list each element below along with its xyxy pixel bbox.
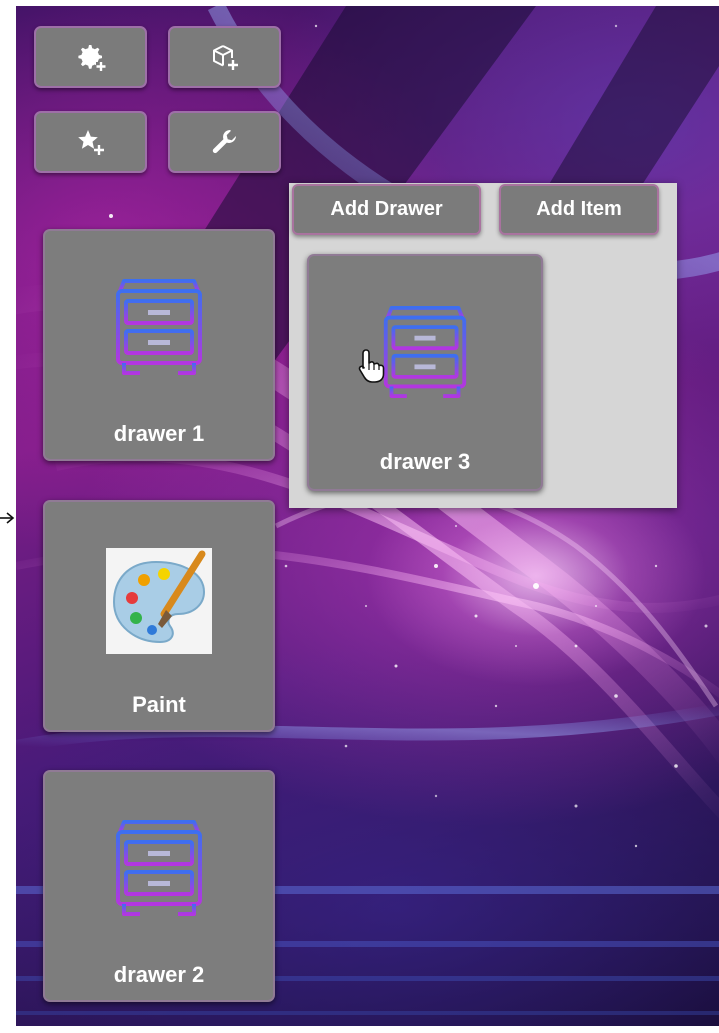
add-favorite-button[interactable] <box>34 111 147 173</box>
paint-palette-icon <box>106 548 212 654</box>
add-package-icon <box>212 45 238 70</box>
wrench-icon <box>212 130 236 154</box>
add-settings-icon <box>77 45 106 72</box>
add-drawer-button[interactable]: Add Drawer <box>292 184 481 235</box>
add-item-button[interactable]: Add Item <box>499 184 659 235</box>
drawer-icon <box>383 306 467 398</box>
add-settings-button[interactable] <box>34 26 147 88</box>
desktop: drawer 1 Paint drawer 2 Add Drawer Add I… <box>0 0 719 1033</box>
drawer-tile[interactable]: drawer 2 <box>43 770 275 1002</box>
add-favorite-icon <box>77 130 104 155</box>
settings-button[interactable] <box>168 111 281 173</box>
tile-label: drawer 1 <box>113 421 205 446</box>
drawer-panel: Add Drawer Add Item drawer 3 <box>289 183 677 508</box>
drawer-tile[interactable]: drawer 1 <box>43 229 275 461</box>
tile-label: drawer 3 <box>379 449 471 474</box>
hand-cursor-icon <box>358 349 385 383</box>
arrow-icon <box>0 512 15 524</box>
tile-label: drawer 2 <box>113 962 205 987</box>
drawer-icon <box>116 279 202 375</box>
paint-tile[interactable]: Paint <box>43 500 275 732</box>
drawer-tile[interactable]: drawer 3 <box>307 254 543 491</box>
tile-label: Paint <box>132 692 186 717</box>
window-edge-bottom <box>16 1026 719 1033</box>
drawer-icon <box>116 820 202 916</box>
add-package-button[interactable] <box>168 26 281 88</box>
